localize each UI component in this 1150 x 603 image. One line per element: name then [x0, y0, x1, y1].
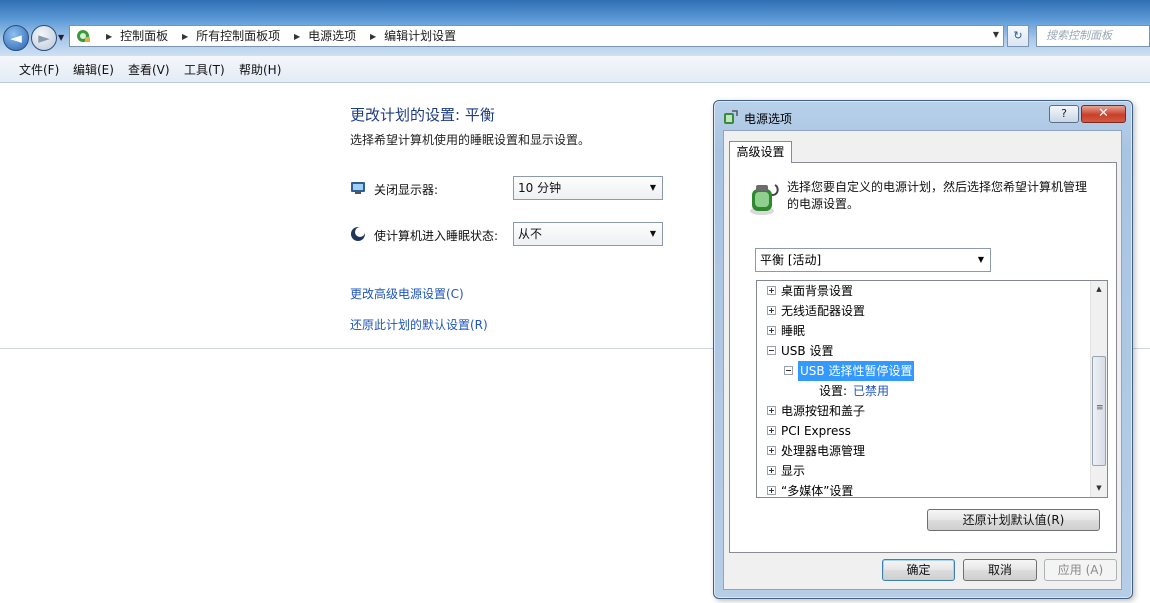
tab-panel: 选择您要自定义的电源计划，然后选择您希望计算机管理的电源设置。 平衡 [活动] … [729, 162, 1117, 553]
menu-tools[interactable]: 工具(T) [184, 61, 225, 78]
address-dropdown-icon[interactable]: ▼ [993, 30, 999, 39]
scroll-thumb[interactable]: ≡ [1092, 356, 1106, 466]
chevron-right-icon[interactable]: ▶ [182, 27, 188, 47]
display-off-select[interactable]: 10 分钟 ▼ [513, 176, 663, 200]
tree-item-label: 处理器电源管理 [781, 444, 866, 458]
collapse-minus-icon[interactable] [784, 366, 793, 375]
display-off-label: 关闭显示器: [374, 183, 439, 197]
sleep-select[interactable]: 从不 ▼ [513, 222, 663, 246]
tree-item-label: USB 设置 [781, 344, 834, 358]
setting-label: 设置: [819, 384, 848, 398]
advanced-settings-link[interactable]: 更改高级电源设置(C) [350, 285, 464, 302]
expand-plus-icon[interactable] [767, 426, 776, 435]
window-chrome: ◄ ► ▼ ▶ 控制面板 ▶ 所有控制面板项 ▶ 电源选项 ▶ 编辑计划设置 ▼ ↻ 搜… [0, 0, 1150, 56]
expand-plus-icon[interactable] [767, 406, 776, 415]
tree-item-label: 无线适配器设置 [781, 304, 866, 318]
cancel-button[interactable]: 取消 [963, 559, 1037, 581]
menu-help[interactable]: 帮助(H) [239, 61, 281, 78]
breadcrumb-item[interactable]: 所有控制面板项 [196, 26, 280, 46]
refresh-button[interactable]: ↻ [1007, 25, 1029, 47]
page-title: 更改计划的设置: 平衡 [350, 106, 495, 124]
tree-item-label: 显示 [781, 464, 806, 478]
chevron-right-icon[interactable]: ▶ [294, 27, 300, 47]
restore-defaults-link[interactable]: 还原此计划的默认设置(R) [350, 316, 488, 333]
restore-plan-defaults-button[interactable]: 还原计划默认值(R) [927, 509, 1100, 531]
menu-view[interactable]: 查看(V) [128, 61, 170, 78]
menu-bar: 文件(F) 编辑(E) 查看(V) 工具(T) 帮助(H) [0, 56, 1150, 83]
setting-value-link[interactable]: 已禁用 [853, 381, 889, 401]
close-button[interactable]: ✕ [1081, 105, 1126, 123]
breadcrumb-item[interactable]: 电源选项 [308, 26, 356, 46]
plan-select[interactable]: 平衡 [活动] ▼ [755, 248, 991, 272]
breadcrumb-item[interactable]: 编辑计划设置 [384, 26, 456, 46]
search-input[interactable]: 搜索控制面板 [1036, 25, 1150, 47]
settings-tree[interactable]: 桌面背景设置 无线适配器设置 睡眠 USB 设置 USB 选择性暂停设置 设置:… [756, 280, 1108, 498]
scroll-down-icon[interactable]: ▼ [1091, 480, 1107, 497]
collapse-minus-icon[interactable] [767, 346, 776, 355]
chevron-right-icon[interactable]: ▶ [106, 27, 112, 47]
forward-arrow-icon: ► [38, 29, 50, 47]
plan-select-value: 平衡 [活动] [760, 253, 822, 267]
refresh-icon: ↻ [1013, 29, 1023, 42]
expand-plus-icon[interactable] [767, 466, 776, 475]
expand-plus-icon[interactable] [767, 486, 776, 495]
breadcrumb: ▶ 控制面板 ▶ 所有控制面板项 ▶ 电源选项 ▶ 编辑计划设置 [96, 26, 456, 46]
chevron-right-icon[interactable]: ▶ [370, 27, 376, 47]
tree-item-label: 桌面背景设置 [781, 284, 854, 298]
page-subtitle: 选择希望计算机使用的睡眠设置和显示设置。 [350, 133, 591, 147]
expand-plus-icon[interactable] [767, 306, 776, 315]
apply-button[interactable]: 应用 (A) [1044, 559, 1117, 581]
control-panel-icon [77, 30, 90, 42]
scroll-up-icon[interactable]: ▲ [1091, 281, 1107, 298]
back-arrow-icon: ◄ [10, 29, 22, 47]
help-button[interactable]: ? [1049, 105, 1079, 123]
address-bar[interactable]: ▶ 控制面板 ▶ 所有控制面板项 ▶ 电源选项 ▶ 编辑计划设置 ▼ [69, 25, 1004, 47]
tree-item-label: 电源按钮和盖子 [781, 404, 866, 418]
chevron-down-icon: ▼ [977, 255, 984, 264]
tree-item-label: 睡眠 [781, 324, 806, 338]
dialog-body: 高级设置 选择您要自定义的电源计划，然后选择您希望计算机管理的电源设置。 平衡 … [723, 130, 1122, 590]
menu-file[interactable]: 文件(F) [19, 61, 59, 78]
expand-plus-icon[interactable] [767, 286, 776, 295]
display-off-value: 10 分钟 [518, 181, 562, 195]
grip-icon: ≡ [1096, 403, 1104, 413]
sleep-value: 从不 [518, 227, 543, 241]
back-button[interactable]: ◄ [3, 25, 29, 51]
tree-scrollbar[interactable]: ▲ ≡ ▼ [1090, 281, 1107, 497]
battery-plug-icon [750, 184, 779, 215]
power-plan-icon [724, 110, 738, 124]
chevron-down-icon: ▼ [649, 183, 656, 192]
tree-item-label: PCI Express [781, 424, 851, 438]
sleep-moon-icon [351, 227, 365, 241]
monitor-icon [351, 182, 365, 194]
dialog-description: 选择您要自定义的电源计划，然后选择您希望计算机管理的电源设置。 [787, 180, 1088, 211]
forward-button[interactable]: ► [31, 25, 57, 51]
history-dropdown-icon[interactable]: ▼ [58, 33, 64, 42]
chevron-down-icon: ▼ [649, 229, 656, 238]
sleep-label: 使计算机进入睡眠状态: [374, 229, 499, 243]
breadcrumb-item[interactable]: 控制面板 [120, 26, 168, 46]
expand-plus-icon[interactable] [767, 446, 776, 455]
power-options-dialog: 电源选项 ? ✕ 高级设置 选择您要自定义的电源计划，然后选择您希望计算机管理的… [713, 100, 1133, 599]
tree-item-label: USB 选择性暂停设置 [798, 361, 915, 381]
tab-advanced-settings[interactable]: 高级设置 [729, 141, 792, 163]
tree-item-label: “多媒体”设置 [781, 484, 854, 498]
ok-button[interactable]: 确定 [882, 559, 955, 581]
menu-edit[interactable]: 编辑(E) [73, 61, 114, 78]
dialog-title: 电源选项 [744, 112, 793, 126]
expand-plus-icon[interactable] [767, 326, 776, 335]
